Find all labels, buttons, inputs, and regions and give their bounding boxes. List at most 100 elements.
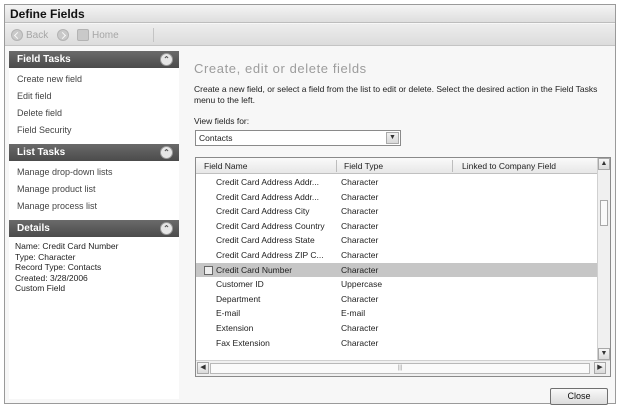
list-tasks-list: Manage drop-down lists Manage product li… — [9, 161, 179, 219]
home-label: Home — [92, 29, 119, 41]
scroll-down-icon[interactable]: ▼ — [598, 348, 610, 360]
navigation-bar: Back Home — [5, 24, 615, 46]
collapse-icon[interactable]: ⌃ — [160, 222, 173, 235]
details-title: Details — [17, 223, 50, 234]
row-indicator-icon — [204, 265, 213, 275]
home-icon — [77, 29, 89, 41]
table-row[interactable]: Credit Card Number Character — [196, 262, 598, 278]
table-row[interactable]: Credit Card Address State Character — [196, 233, 598, 248]
scroll-up-icon[interactable]: ▲ — [598, 158, 610, 170]
details-panel: Details ⌃ Name: Credit Card Number Type:… — [9, 220, 179, 294]
nav-divider — [153, 28, 154, 42]
manage-dropdown-lists-link[interactable]: Manage drop-down lists — [17, 164, 179, 181]
grid-header: Field Name Field Type Linked to Company … — [196, 158, 598, 174]
table-row[interactable]: Credit Card Address City Character — [196, 204, 598, 219]
vertical-scrollbar[interactable]: ▲ ▼ — [597, 158, 610, 360]
grid-rows: Credit Card Address Addr... Character Cred… — [196, 175, 598, 350]
field-name-cell: Credit Card Address Country — [216, 220, 325, 231]
forward-arrow-icon — [57, 29, 69, 41]
detail-record-type: Record Type: Contacts — [15, 262, 102, 272]
field-name-cell: Credit Card Address State — [216, 235, 315, 246]
field-tasks-panel: Field Tasks ⌃ Create new field Edit fiel… — [9, 51, 179, 143]
vertical-scroll-thumb[interactable] — [600, 200, 608, 226]
list-tasks-header: List Tasks ⌃ — [9, 144, 179, 161]
field-type-cell: Character — [341, 235, 379, 246]
scroll-right-icon[interactable]: ▶ — [594, 362, 606, 374]
table-row[interactable]: Credit Card Address Country Character — [196, 219, 598, 234]
view-fields-label: View fields for: — [194, 116, 250, 126]
field-type-cell: Character — [341, 337, 379, 348]
define-fields-window: Define Fields Back Home Field Tasks ⌃ Cr… — [4, 4, 616, 405]
horizontal-scroll-thumb[interactable]: ||| — [210, 363, 590, 374]
manage-product-list-link[interactable]: Manage product list — [17, 181, 179, 198]
detail-created: Created: 3/28/2006 — [15, 272, 88, 283]
field-name-cell: Credit Card Address Addr... — [216, 177, 319, 187]
window-title: Define Fields — [10, 7, 85, 21]
fields-grid: Field Name Field Type Linked to Company … — [195, 157, 611, 377]
instructions-text: Create a new field, or select a field fr… — [194, 84, 598, 105]
table-row[interactable]: Credit Card Address Addr... Character — [196, 175, 598, 190]
chevron-down-icon[interactable]: ▼ — [386, 132, 399, 144]
field-tasks-title: Field Tasks — [17, 54, 71, 65]
field-type-cell: Character — [341, 177, 379, 187]
horizontal-scrollbar[interactable]: ◀ ||| ▶ — [196, 360, 610, 376]
field-name-cell: Credit Card Address ZIP C... — [216, 249, 324, 260]
detail-custom: Custom Field — [15, 283, 66, 293]
details-header: Details ⌃ — [9, 220, 179, 237]
field-name-cell: Credit Card Address City — [216, 206, 310, 217]
field-name-cell: Customer ID — [216, 279, 264, 290]
table-row[interactable]: Credit Card Address Addr... Character — [196, 190, 598, 205]
details-content: Name: Credit Card Number Type: Character… — [9, 237, 179, 294]
field-type-cell: E-mail — [341, 308, 366, 319]
page-title: Create, edit or delete fields — [194, 61, 367, 76]
table-row[interactable]: Customer ID Uppercase — [196, 277, 598, 292]
create-new-field-link[interactable]: Create new field — [17, 71, 179, 88]
table-row[interactable]: Credit Card Address ZIP C... Character — [196, 248, 598, 263]
forward-button[interactable] — [57, 27, 69, 43]
field-tasks-list: Create new field Edit field Delete field… — [9, 68, 179, 143]
table-row[interactable]: Extension Character — [196, 321, 598, 336]
table-row[interactable]: Department Character — [196, 292, 598, 307]
column-divider — [452, 160, 453, 172]
column-linked-company-field[interactable]: Linked to Company Field — [462, 161, 556, 171]
list-tasks-title: List Tasks — [17, 147, 66, 158]
main-content: Create, edit or delete fields Create a n… — [190, 51, 614, 377]
field-type-cell: Character — [341, 206, 379, 217]
delete-field-link[interactable]: Delete field — [17, 105, 179, 122]
field-type-cell: Character — [341, 322, 379, 333]
field-type-cell: Character — [341, 293, 379, 304]
field-tasks-header: Field Tasks ⌃ — [9, 51, 179, 68]
detail-type: Type: Character — [15, 251, 76, 262]
record-type-dropdown[interactable]: Contacts ▼ — [195, 130, 401, 146]
field-name-cell: E-mail — [216, 308, 241, 319]
field-type-cell: Character — [341, 191, 379, 202]
field-name-cell: Credit Card Address Addr... — [216, 191, 319, 202]
field-type-cell: Character — [341, 264, 379, 275]
list-tasks-panel: List Tasks ⌃ Manage drop-down lists Mana… — [9, 144, 179, 219]
column-divider — [336, 160, 337, 172]
field-name-cell: Department — [216, 293, 261, 304]
home-button[interactable]: Home — [77, 27, 119, 43]
column-field-type[interactable]: Field Type — [344, 161, 383, 171]
collapse-icon[interactable]: ⌃ — [160, 146, 173, 159]
scroll-left-icon[interactable]: ◀ — [197, 362, 209, 374]
column-field-name[interactable]: Field Name — [204, 161, 247, 171]
edit-field-link[interactable]: Edit field — [17, 88, 179, 105]
record-type-value: Contacts — [199, 133, 233, 143]
manage-process-list-link[interactable]: Manage process list — [17, 198, 179, 215]
close-button[interactable]: Close — [550, 388, 608, 405]
task-sidebar: Field Tasks ⌃ Create new field Edit fiel… — [9, 51, 179, 399]
table-row[interactable]: E-mail E-mail — [196, 306, 598, 321]
back-arrow-icon — [11, 29, 23, 41]
collapse-icon[interactable]: ⌃ — [160, 53, 173, 66]
table-row[interactable]: Fax Extension Character — [196, 336, 598, 351]
back-label: Back — [26, 29, 49, 41]
title-bar: Define Fields — [5, 5, 615, 23]
field-type-cell: Character — [341, 220, 379, 231]
field-security-link[interactable]: Field Security — [17, 122, 179, 139]
field-type-cell: Character — [341, 249, 379, 260]
back-button[interactable]: Back — [11, 27, 48, 43]
field-name-cell: Extension — [216, 322, 254, 333]
field-type-cell: Uppercase — [341, 279, 383, 290]
detail-name: Name: Credit Card Number — [15, 241, 119, 251]
